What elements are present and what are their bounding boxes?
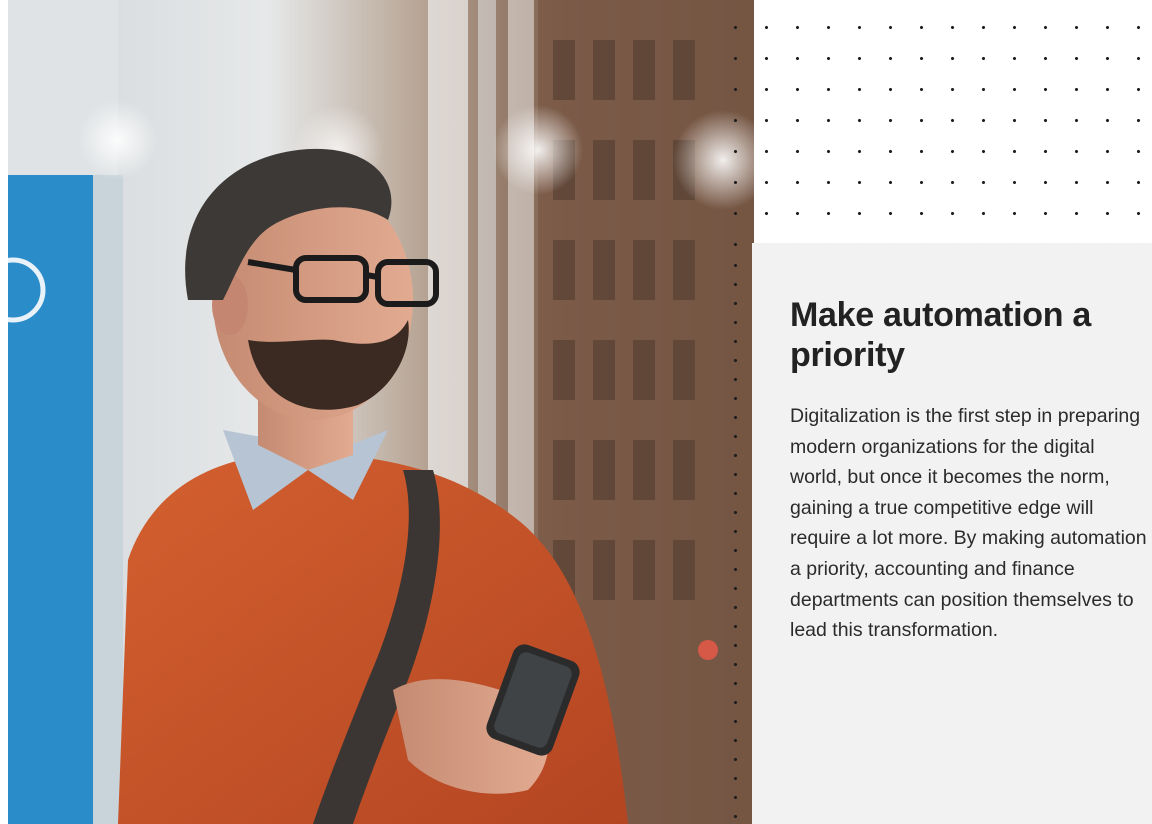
page: Make automation a priority Digitalizatio…	[0, 0, 1152, 824]
dot-pattern-top	[720, 0, 1152, 250]
text-card: Make automation a priority Digitalizatio…	[752, 243, 1152, 824]
hero-photo	[8, 0, 754, 824]
article-title: Make automation a priority	[790, 296, 1091, 374]
article-body: Digitalization is the first step in prep…	[790, 405, 1147, 642]
